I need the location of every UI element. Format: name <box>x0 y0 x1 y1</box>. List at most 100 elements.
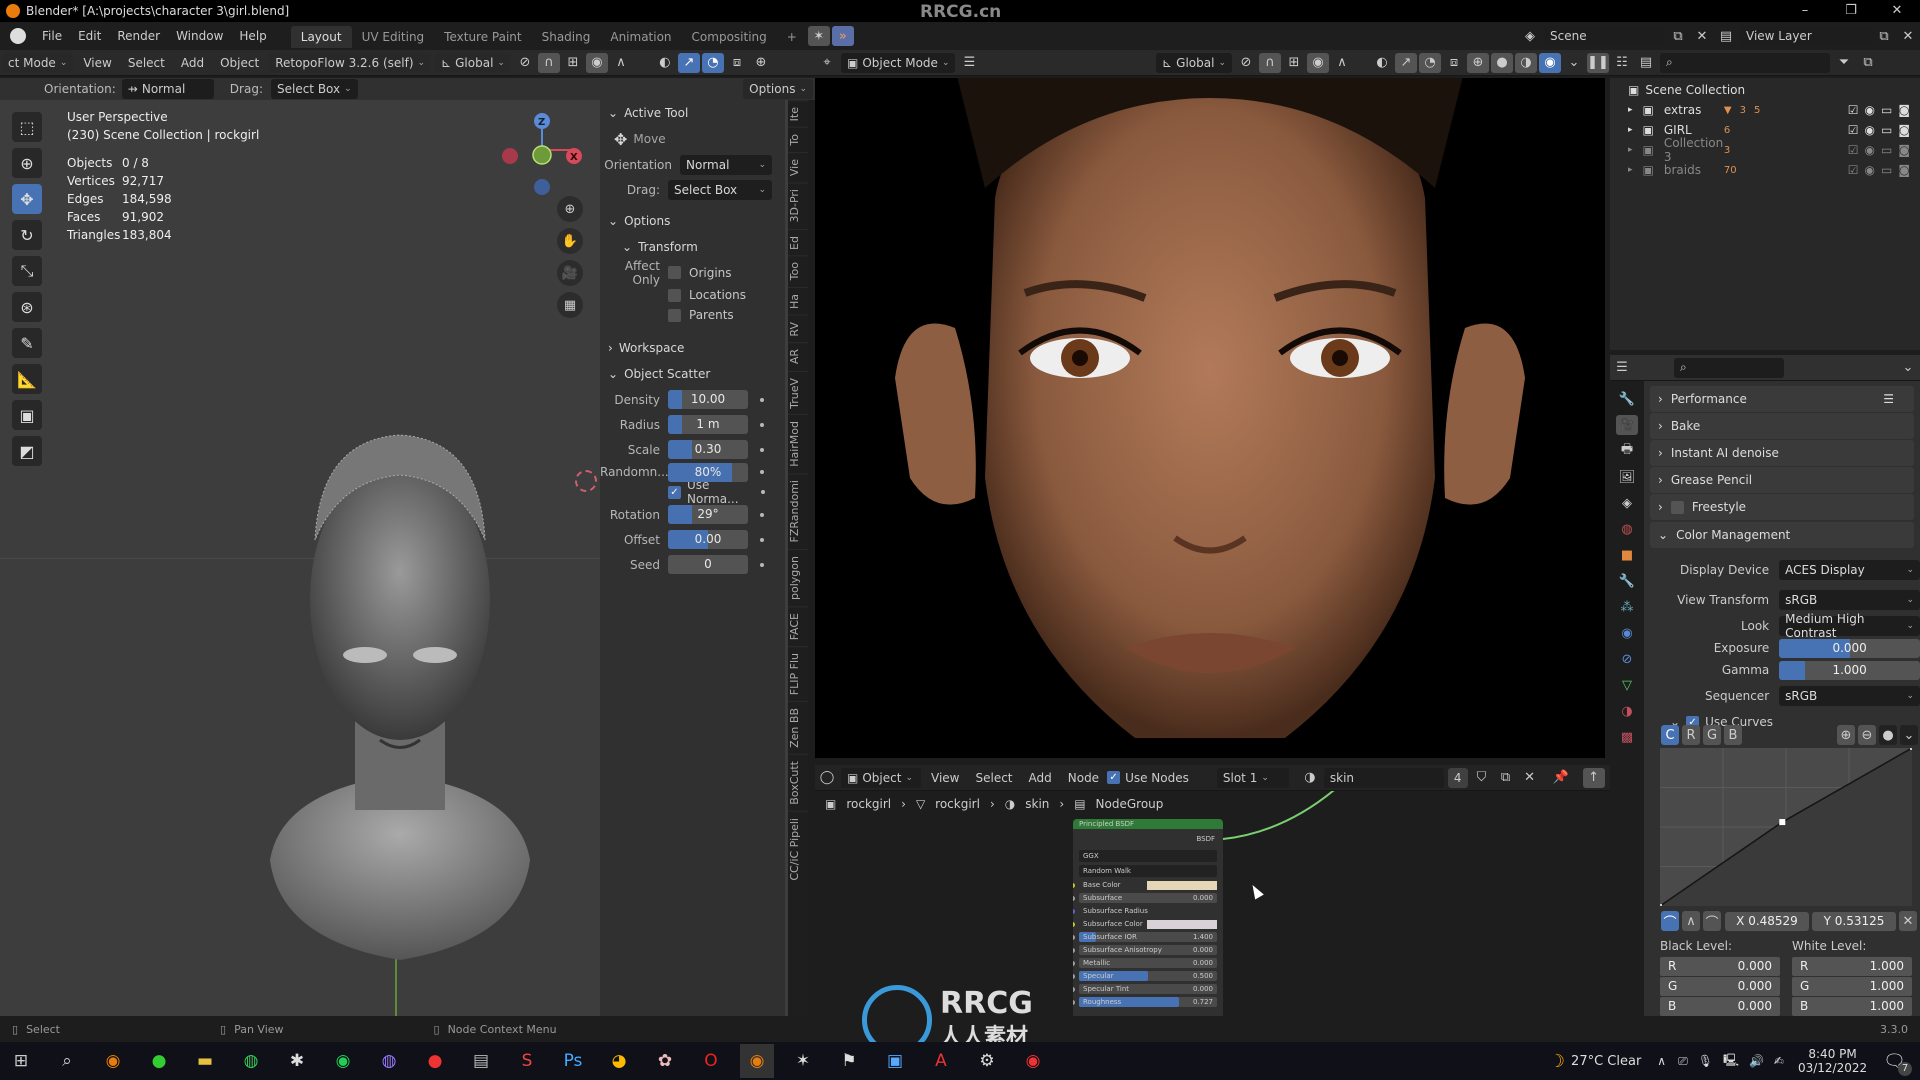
scene-collection-row[interactable]: ▣ Scene Collection <box>1610 80 1920 100</box>
menu-file[interactable]: File <box>34 22 70 50</box>
app-icon[interactable]: ▣ <box>878 1044 912 1078</box>
weather-text[interactable]: 27°C Clear <box>1571 1054 1641 1069</box>
node-input-row[interactable]: Specular Tint 0.000 <box>1073 984 1217 994</box>
node-socket[interactable] <box>1073 882 1075 888</box>
scatter-radius-slider[interactable]: 1 m <box>668 415 748 434</box>
node-input-row[interactable]: Roughness 0.727 <box>1073 997 1217 1007</box>
substance-icon[interactable]: S <box>510 1044 544 1078</box>
menu-object[interactable]: Object <box>212 49 267 77</box>
minimize-button[interactable]: – <box>1782 0 1828 22</box>
particles-tab-icon[interactable]: ⁂ <box>1616 597 1638 617</box>
annotate-tool-icon[interactable]: ✎ <box>12 328 42 358</box>
acrobat-icon[interactable]: A <box>924 1044 958 1078</box>
clock[interactable]: 8:40 PM 03/12/2022 <box>1798 1047 1867 1075</box>
section-freestyle[interactable]: › Freestyle <box>1650 494 1914 520</box>
new-view-layer-icon[interactable]: ⧉ <box>1873 26 1895 46</box>
use-nodes-checkbox[interactable]: ✓ <box>1107 771 1121 784</box>
node-input-row[interactable]: Subsurface Anisotropy 0.000 <box>1073 945 1217 955</box>
node-socket[interactable] <box>1073 960 1075 966</box>
eye-icon[interactable]: ◉ <box>1865 163 1875 177</box>
color-swatch[interactable] <box>1147 880 1217 890</box>
camera-render-icon[interactable]: ◙ <box>1898 163 1910 177</box>
origins-checkbox[interactable] <box>668 266 681 279</box>
add-cube-tool-icon[interactable]: ▣ <box>12 400 42 430</box>
sidebar-tab[interactable]: FLIP Flu <box>788 645 808 702</box>
paint-app-icon[interactable]: ✿ <box>648 1044 682 1078</box>
gamma-slider[interactable]: 1.000 <box>1779 660 1920 680</box>
snap-icon[interactable]: ∩ <box>537 52 560 73</box>
delete-scene-icon[interactable]: ✕ <box>1691 26 1713 46</box>
expand-arrow-icon[interactable]: ▸ <box>1628 125 1633 135</box>
properties-editor-type-icon[interactable]: ☰ <box>1611 358 1633 378</box>
extend-icon[interactable]: ⌒ <box>1703 911 1721 931</box>
delete-point-icon[interactable]: ✕ <box>1899 911 1917 931</box>
locations-checkbox[interactable] <box>668 288 681 302</box>
node-input-row[interactable]: Subsurface Color <box>1073 919 1217 929</box>
keyframe-dot-icon[interactable] <box>760 512 764 517</box>
white-level-field[interactable]: R 1.000 <box>1792 957 1912 976</box>
color-management-section-header[interactable]: ⌄ Color Management <box>1650 522 1914 548</box>
scatter-scale-slider[interactable]: 0.30 <box>668 440 748 459</box>
node-input-row[interactable]: Base Color <box>1073 880 1217 890</box>
sidebar-tab[interactable]: CC/iC Pipeli <box>788 810 808 887</box>
node-socket[interactable] <box>1073 973 1075 979</box>
filter-icon[interactable]: ⏷ <box>1833 53 1855 73</box>
material-tab-icon[interactable]: ◑ <box>1616 701 1638 721</box>
keyframe-dot-icon[interactable] <box>760 397 764 402</box>
options-section-header[interactable]: ⌄ Options <box>600 208 785 234</box>
channel-r-button[interactable]: R <box>1682 725 1700 745</box>
sidebar-tab[interactable]: BoxCutt <box>788 753 808 811</box>
camera-tray-icon[interactable]: ⎚ <box>1678 1054 1688 1069</box>
photoshop-icon[interactable]: Ps <box>556 1044 590 1078</box>
principled-bsdf-node[interactable]: Principled BSDF BSDF GGX Random Walk Bas… <box>1073 819 1223 1016</box>
snap-icon[interactable]: ∩ <box>1259 52 1281 73</box>
red-app-icon[interactable]: ● <box>418 1044 452 1078</box>
color-swatch[interactable] <box>1147 919 1217 929</box>
world-tab-icon[interactable]: ◍ <box>1616 519 1638 539</box>
exposure-slider[interactable]: 0.000 <box>1779 638 1920 658</box>
camera-render-icon[interactable]: ◙ <box>1898 143 1910 157</box>
point-y-field[interactable]: Y 0.53125 <box>1812 911 1896 931</box>
scatter-seed-slider[interactable]: 0 <box>668 555 748 574</box>
curve-color-icon[interactable]: ● <box>1879 725 1897 745</box>
gizmo-y-axis[interactable] <box>532 145 552 165</box>
menu-view[interactable]: View <box>75 49 119 77</box>
notifications-icon[interactable]: 🗨 7 <box>1883 1051 1912 1076</box>
monitor-icon[interactable]: ▭ <box>1881 123 1892 137</box>
outliner-item[interactable]: ▸ ▣ braids 70 ☑ ◉ ▭ ◙ <box>1610 160 1920 180</box>
slack-icon[interactable]: ✱ <box>280 1044 314 1078</box>
render-orientation-selector[interactable]: ⊾ Global ⌄ <box>1156 52 1232 73</box>
shader-type-selector[interactable]: ▣ Object ⌄ <box>841 767 921 788</box>
transform-subsection-header[interactable]: ⌄ Transform <box>600 234 785 260</box>
node-input-row[interactable]: Subsurface Radius <box>1073 906 1217 916</box>
view-transform-dropdown[interactable]: sRGB ⌄ <box>1779 590 1920 610</box>
editor-type-icon[interactable]: ⌖ <box>816 53 838 73</box>
render-tab-icon[interactable]: 🎥 <box>1616 415 1638 435</box>
notepad-icon[interactable]: ▤ <box>464 1044 498 1078</box>
subsurface-method-dropdown[interactable]: Random Walk <box>1079 865 1217 877</box>
scatter-density-slider[interactable]: 10.00 <box>668 390 748 409</box>
white-level-field[interactable]: G 1.000 <box>1792 977 1912 996</box>
editor-type-icon[interactable]: ◯ <box>816 768 838 788</box>
section-bake[interactable]: › Bake <box>1650 413 1914 439</box>
white-level-field[interactable]: B 1.000 <box>1792 997 1912 1016</box>
channel-c-button[interactable]: C <box>1661 725 1679 745</box>
curve-point[interactable] <box>1910 748 1912 750</box>
retopoflow-tool-icon[interactable]: ◩ <box>12 436 42 466</box>
menu-help[interactable]: Help <box>231 22 274 50</box>
search-icon[interactable]: ⌕ <box>50 1044 84 1078</box>
distribution-dropdown[interactable]: GGX <box>1079 850 1217 862</box>
channel-g-button[interactable]: G <box>1703 725 1721 745</box>
sidebar-tab[interactable]: FACE <box>788 605 808 646</box>
section-performance[interactable]: › Performance ☰ <box>1650 386 1914 412</box>
outliner-editor-type-icon[interactable]: ☷ <box>1611 53 1633 73</box>
eye-icon[interactable]: ◉ <box>1865 123 1875 137</box>
windows-start-icon[interactable]: ⊞ <box>4 1044 38 1078</box>
cursor-tool-icon[interactable]: ⊕ <box>12 148 42 178</box>
menu-window[interactable]: Window <box>168 22 231 50</box>
display-mode-icon[interactable]: ▤ <box>1635 53 1657 73</box>
vector-handle-icon[interactable]: ∧ <box>1682 911 1700 931</box>
spotify-icon[interactable]: ◉ <box>326 1044 360 1078</box>
scatter-offset-slider[interactable]: 0.00 <box>668 530 748 549</box>
outliner-search-input[interactable]: ⌕ <box>1660 52 1830 73</box>
